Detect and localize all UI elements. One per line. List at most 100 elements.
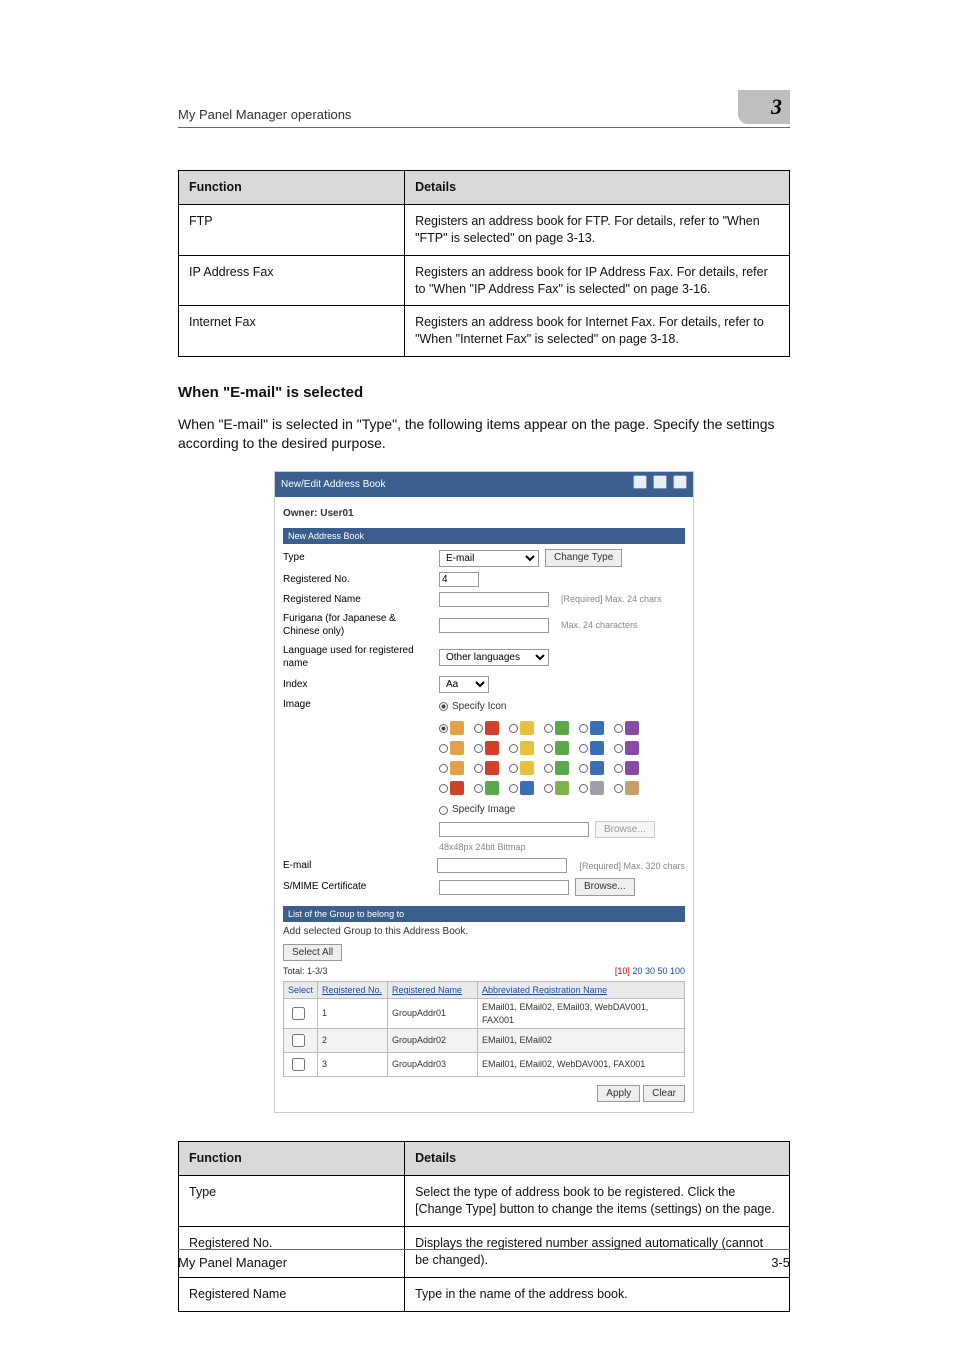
icon-radio[interactable] [439, 764, 448, 773]
icon-radio[interactable] [579, 724, 588, 733]
cell-abbr: EMail01, EMail02, EMail03, WebDAV001, FA… [478, 999, 685, 1028]
person-icon [590, 721, 604, 735]
email-hint: [Required] Max. 320 chars [579, 860, 685, 872]
cell-det: Select the type of address book to be re… [405, 1176, 790, 1227]
icon-radio[interactable] [474, 764, 483, 773]
cell-name: GroupAddr03 [388, 1052, 478, 1076]
col-select: Select [284, 982, 318, 999]
icon-radio[interactable] [439, 744, 448, 753]
clear-button[interactable]: Clear [643, 1085, 685, 1103]
refresh-icon[interactable] [653, 475, 667, 489]
icon-radio[interactable] [544, 724, 553, 733]
icon-radio[interactable] [614, 784, 623, 793]
row-select-checkbox[interactable] [292, 1007, 305, 1020]
help-icon[interactable] [673, 475, 687, 489]
section-bar-group-list: List of the Group to belong to [283, 906, 685, 922]
icon-radio[interactable] [509, 724, 518, 733]
registered-name-field[interactable] [439, 592, 549, 607]
change-type-button[interactable]: Change Type [545, 549, 622, 567]
mixed-icon [450, 781, 464, 795]
row-select-checkbox[interactable] [292, 1058, 305, 1071]
icon-radio[interactable] [439, 784, 448, 793]
language-label: Language used for registered name [283, 644, 433, 671]
furigana-field[interactable] [439, 618, 549, 633]
person-icon [450, 721, 464, 735]
language-select[interactable]: Other languages [439, 649, 549, 666]
cell-det: Registers an address book for Internet F… [405, 306, 790, 357]
up-icon[interactable] [633, 475, 647, 489]
running-title: My Panel Manager operations [178, 106, 351, 124]
cell-abbr: EMail01, EMail02 [478, 1028, 685, 1052]
running-header: My Panel Manager operations 3 [178, 98, 790, 128]
icon-radio[interactable] [439, 724, 448, 733]
building-icon [485, 741, 499, 755]
icon-radio[interactable] [614, 724, 623, 733]
section-paragraph: When "E-mail" is selected in "Type", the… [178, 415, 790, 453]
group-icon [625, 761, 639, 775]
icon-radio[interactable] [509, 764, 518, 773]
icon-row [439, 761, 685, 775]
select-all-button[interactable]: Select All [283, 944, 342, 962]
type-select[interactable]: E-mail [439, 550, 539, 567]
smime-field[interactable] [439, 880, 569, 895]
icon-radio[interactable] [544, 784, 553, 793]
pager[interactable]: [10] 20 30 50 100 [615, 965, 685, 977]
col-function: Function [179, 171, 405, 205]
person-icon [485, 721, 499, 735]
browse-button[interactable]: Browse... [595, 821, 655, 839]
header-rule [178, 127, 790, 128]
group-list-note: Add selected Group to this Address Book. [283, 925, 685, 939]
icon-radio[interactable] [579, 764, 588, 773]
icon-radio[interactable] [579, 784, 588, 793]
image-path-field[interactable] [439, 822, 589, 837]
col-details: Details [405, 171, 790, 205]
mixed-icon [555, 781, 569, 795]
footer-right: 3-5 [771, 1254, 790, 1272]
icon-radio[interactable] [474, 724, 483, 733]
apply-button[interactable]: Apply [597, 1085, 640, 1103]
specify-image-radio[interactable] [439, 806, 448, 815]
icon-radio[interactable] [474, 744, 483, 753]
icon-radio[interactable] [544, 744, 553, 753]
index-select[interactable]: Aa [439, 676, 489, 693]
specify-image-label: Specify Image [452, 803, 515, 817]
email-label: E-mail [283, 859, 431, 873]
smime-browse-button[interactable]: Browse... [575, 878, 635, 896]
building-icon [625, 741, 639, 755]
total-label: Total: [283, 966, 305, 976]
icon-radio[interactable] [614, 744, 623, 753]
mixed-icon [590, 781, 604, 795]
col-abbr-name[interactable]: Abbreviated Registration Name [482, 985, 607, 995]
icon-radio[interactable] [579, 744, 588, 753]
group-icon [485, 761, 499, 775]
icon-radio[interactable] [614, 764, 623, 773]
group-icon [450, 761, 464, 775]
footer-rule [178, 1249, 790, 1250]
row-select-checkbox[interactable] [292, 1034, 305, 1047]
cell-fn: Registered Name [179, 1277, 405, 1311]
cell-fn: Type [179, 1176, 405, 1227]
building-icon [450, 741, 464, 755]
building-icon [555, 741, 569, 755]
dialog-title: New/Edit Address Book [281, 478, 386, 492]
cell-abbr: EMail01, EMail02, WebDAV001, FAX001 [478, 1052, 685, 1076]
col-registered-no[interactable]: Registered No. [322, 985, 382, 995]
person-icon [555, 721, 569, 735]
cell-no: 2 [318, 1028, 388, 1052]
icon-radio[interactable] [509, 744, 518, 753]
table-row: FTP Registers an address book for FTP. F… [179, 204, 790, 255]
group-icon [555, 761, 569, 775]
icon-radio[interactable] [474, 784, 483, 793]
icon-radio[interactable] [509, 784, 518, 793]
specify-icon-radio[interactable] [439, 702, 448, 711]
icon-radio[interactable] [544, 764, 553, 773]
cell-no: 3 [318, 1052, 388, 1076]
person-icon [520, 721, 534, 735]
table-row: IP Address Fax Registers an address book… [179, 255, 790, 306]
table-row: Registered Name Type in the name of the … [179, 1277, 790, 1311]
email-field[interactable] [437, 858, 567, 873]
page-footer: My Panel Manager 3-5 [178, 1249, 790, 1272]
mixed-icon [485, 781, 499, 795]
chapter-badge: 3 [738, 90, 790, 124]
col-registered-name[interactable]: Registered Name [392, 985, 462, 995]
